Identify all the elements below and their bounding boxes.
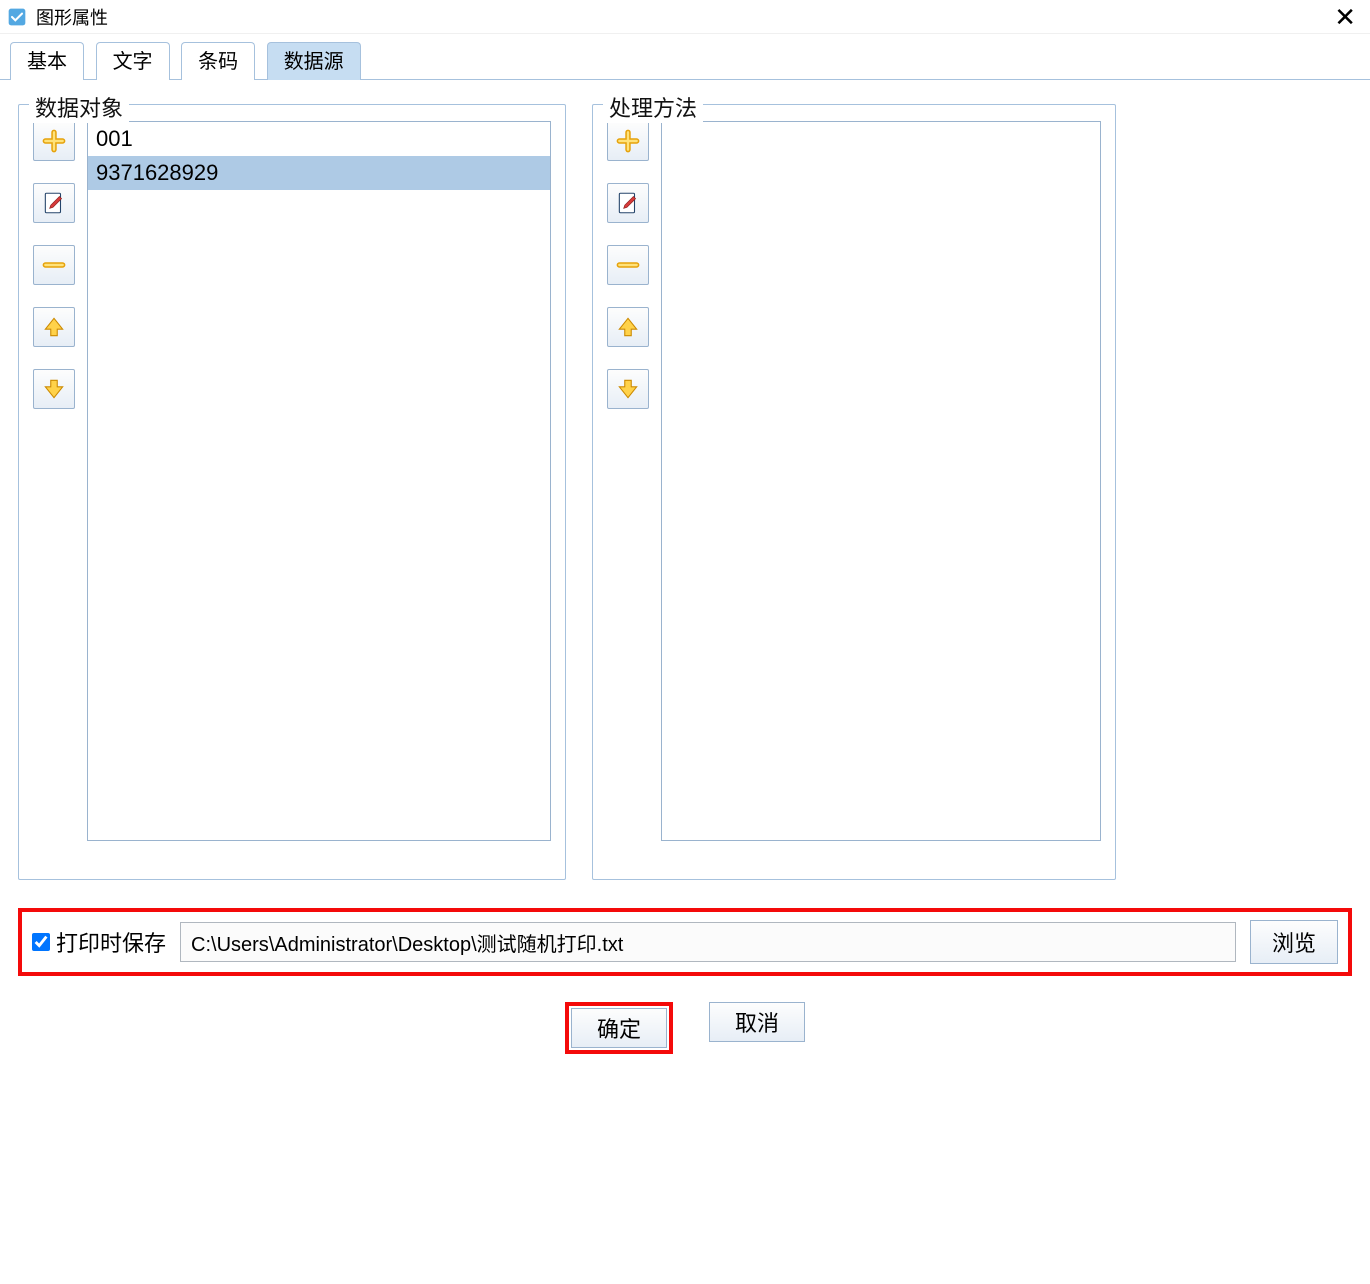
moveup-button[interactable] — [33, 307, 75, 347]
app-icon — [6, 6, 28, 28]
ok-button[interactable]: 确定 — [571, 1008, 667, 1048]
tab-text[interactable]: 文字 — [96, 42, 170, 80]
group-dataobject: 数据对象 001 9371628929 — [18, 104, 566, 880]
group-method: 处理方法 — [592, 104, 1116, 880]
movedown-button-method[interactable] — [607, 369, 649, 409]
cancel-button[interactable]: 取消 — [709, 1002, 805, 1042]
group-dataobject-legend: 数据对象 — [29, 91, 129, 123]
window-title: 图形属性 — [36, 4, 108, 30]
save-on-print-label: 打印时保存 — [56, 926, 166, 958]
tab-barcode[interactable]: 条码 — [181, 42, 255, 80]
tabstrip: 基本 文字 条码 数据源 — [0, 36, 1370, 80]
ok-highlight: 确定 — [565, 1002, 673, 1054]
movedown-button[interactable] — [33, 369, 75, 409]
tab-basic[interactable]: 基本 — [10, 42, 84, 80]
save-path-input[interactable] — [180, 922, 1236, 962]
tab-datasource[interactable]: 数据源 — [267, 42, 361, 80]
edit-button[interactable] — [33, 183, 75, 223]
method-list[interactable] — [661, 121, 1101, 841]
moveup-button-method[interactable] — [607, 307, 649, 347]
save-on-print-checkbox[interactable] — [32, 933, 50, 951]
edit-button-method[interactable] — [607, 183, 649, 223]
save-on-print-row: 打印时保存 浏览 — [18, 908, 1352, 976]
group-method-legend: 处理方法 — [603, 91, 703, 123]
add-button[interactable] — [33, 121, 75, 161]
dialog-buttonbar: 确定 取消 — [0, 976, 1370, 1054]
list-item[interactable]: 9371628929 — [88, 156, 550, 190]
close-icon[interactable]: ✕ — [1326, 4, 1364, 30]
list-item[interactable]: 001 — [88, 122, 550, 156]
titlebar: 图形属性 ✕ — [0, 0, 1370, 34]
browse-button[interactable]: 浏览 — [1250, 920, 1338, 964]
remove-button[interactable] — [33, 245, 75, 285]
dataobject-list[interactable]: 001 9371628929 — [87, 121, 551, 841]
save-on-print-checkbox-wrap[interactable]: 打印时保存 — [32, 926, 166, 958]
remove-button-method[interactable] — [607, 245, 649, 285]
add-button-method[interactable] — [607, 121, 649, 161]
